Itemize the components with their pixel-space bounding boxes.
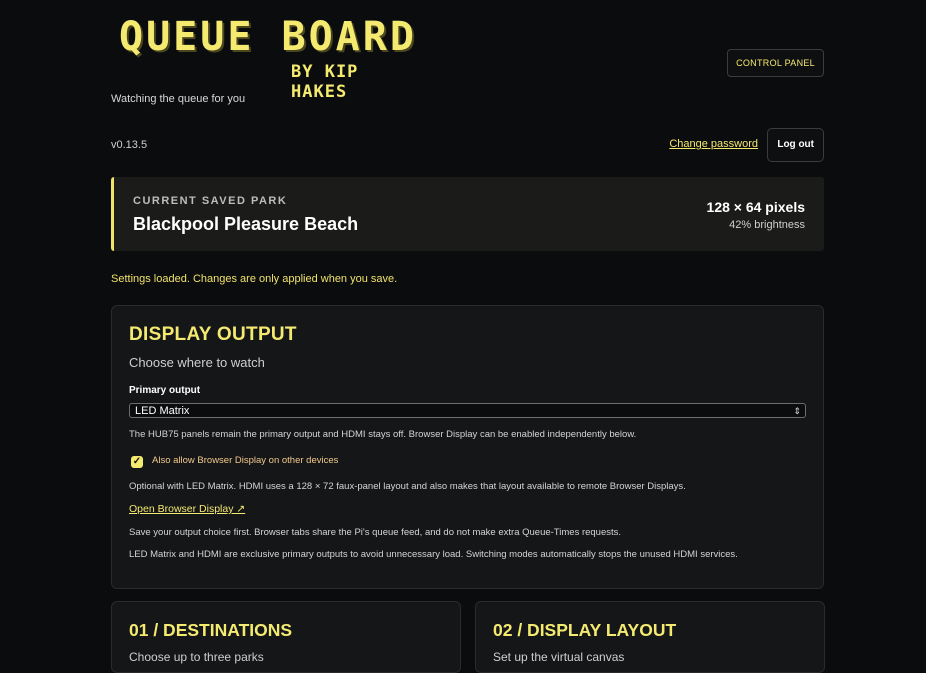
logo-byline: BY KIP HAKES <box>291 62 359 102</box>
panel-title: DISPLAY OUTPUT <box>129 324 297 345</box>
resolution-label: 128 × 64 pixels <box>706 199 805 215</box>
version-label: v0.13.5 <box>111 139 148 151</box>
panel-subtitle: Choose where to watch <box>129 355 265 370</box>
checkbox-checked-icon[interactable]: ✓ <box>131 456 143 468</box>
brightness-label: 42% brightness <box>729 219 805 231</box>
status-message: Settings loaded. Changes are only applie… <box>111 273 398 285</box>
logo-title: QUEUE BOARD <box>119 14 417 60</box>
primary-output-note: The HUB75 panels remain the primary outp… <box>129 429 637 440</box>
optional-note: Optional with LED Matrix. HDMI uses a 12… <box>129 481 686 492</box>
open-browser-display-link[interactable]: Open Browser Display ↗ <box>129 503 245 515</box>
destinations-card: 01 / DESTINATIONS Choose up to three par… <box>111 601 461 673</box>
display-layout-card: 02 / DISPLAY LAYOUT Set up the virtual c… <box>475 601 825 673</box>
card-title: 02 / DISPLAY LAYOUT <box>493 620 677 640</box>
card-subtitle: Set up the virtual canvas <box>493 650 625 664</box>
logo: QUEUE BOARD BY KIP HAKES <box>119 14 419 102</box>
card-title: 01 / DESTINATIONS <box>129 620 293 640</box>
primary-output-select[interactable]: LED Matrix ⇕ <box>129 403 806 418</box>
control-panel-button[interactable]: CONTROL PANEL <box>727 49 824 77</box>
current-park-card: CURRENT SAVED PARK Blackpool Pleasure Be… <box>111 177 824 251</box>
change-password-link[interactable]: Change password <box>669 138 758 150</box>
display-output-panel: DISPLAY OUTPUT Choose where to watch Pri… <box>111 305 824 589</box>
tagline: Watching the queue for you <box>111 93 246 105</box>
park-name: Blackpool Pleasure Beach <box>133 214 359 234</box>
park-label: CURRENT SAVED PARK <box>133 195 288 207</box>
primary-output-label: Primary output <box>129 385 201 396</box>
primary-output-value: LED Matrix <box>135 405 190 417</box>
logout-button[interactable]: Log out <box>767 128 824 162</box>
save-note: Save your output choice first. Browser t… <box>129 527 622 538</box>
exclusive-note: LED Matrix and HDMI are exclusive primar… <box>129 549 738 560</box>
browser-display-checkbox-label: Also allow Browser Display on other devi… <box>152 455 339 466</box>
chevron-updown-icon: ⇕ <box>793 406 801 416</box>
card-subtitle: Choose up to three parks <box>129 650 264 664</box>
